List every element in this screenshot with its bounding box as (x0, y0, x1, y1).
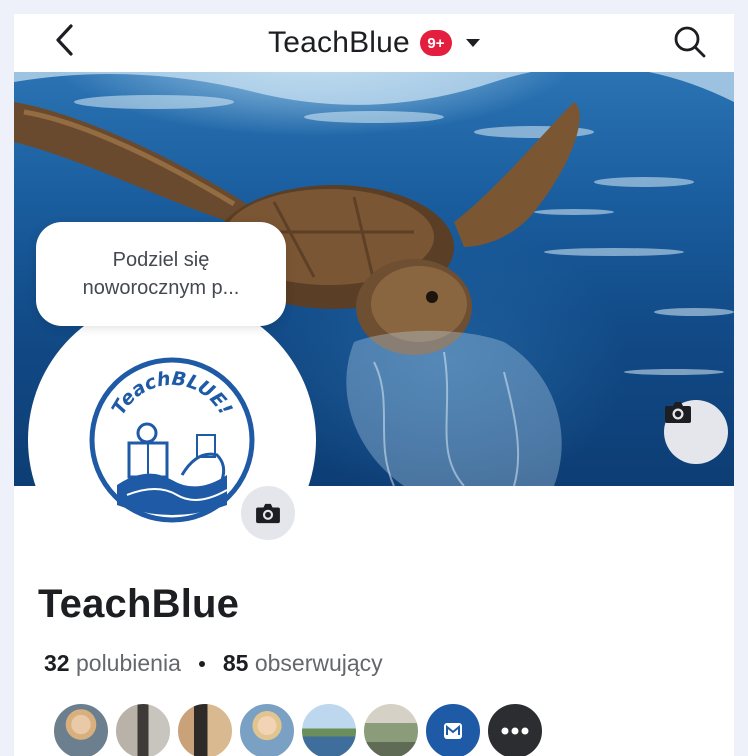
organization-logo-icon (444, 723, 462, 739)
followers-label: obserwujący (254, 650, 383, 676)
follower-avatar[interactable] (362, 702, 420, 756)
follower-avatar[interactable] (114, 702, 172, 756)
follower-avatar[interactable] (300, 702, 358, 756)
bubble-line-2: noworocznym p... (82, 277, 240, 299)
top-bar: TeachBlue 9+ (14, 14, 734, 72)
follower-avatar[interactable] (52, 702, 110, 756)
status-prompt-bubble[interactable]: Podziel się noworocznym p... (36, 222, 286, 326)
followers-count: 85 (222, 650, 249, 676)
likes-label: polubienia (75, 650, 181, 676)
cover-camera-button[interactable] (664, 400, 728, 464)
likes-count: 32 (44, 650, 70, 676)
follower-avatar[interactable] (238, 702, 296, 756)
page-title: TeachBlue (268, 26, 410, 59)
more-dots-icon (501, 727, 529, 735)
followers-stat[interactable]: 85 obserwujący (223, 650, 383, 677)
chevron-down-icon (465, 39, 480, 47)
follower-avatar[interactable] (424, 702, 482, 756)
followers-avatar-row (52, 702, 544, 756)
avatar-camera-button[interactable] (237, 482, 299, 544)
separator-dot (198, 660, 205, 667)
notification-badge: 9+ (419, 30, 452, 56)
teachblue-logo: TeachBLUE! (89, 357, 255, 523)
bubble-line-1: Podziel się (112, 249, 210, 271)
search-icon (674, 26, 706, 58)
search-button[interactable] (668, 20, 712, 64)
camera-icon (256, 503, 280, 524)
camera-icon (665, 402, 691, 423)
likes-stat[interactable]: 32 polubienia (44, 650, 181, 677)
follower-avatar[interactable] (176, 702, 234, 756)
profile-stats: 32 polubienia 85 obserwujący (44, 650, 383, 677)
title-switcher[interactable]: TeachBlue 9+ (14, 14, 734, 72)
more-followers-button[interactable] (486, 702, 544, 756)
profile-name: TeachBlue (38, 582, 240, 626)
